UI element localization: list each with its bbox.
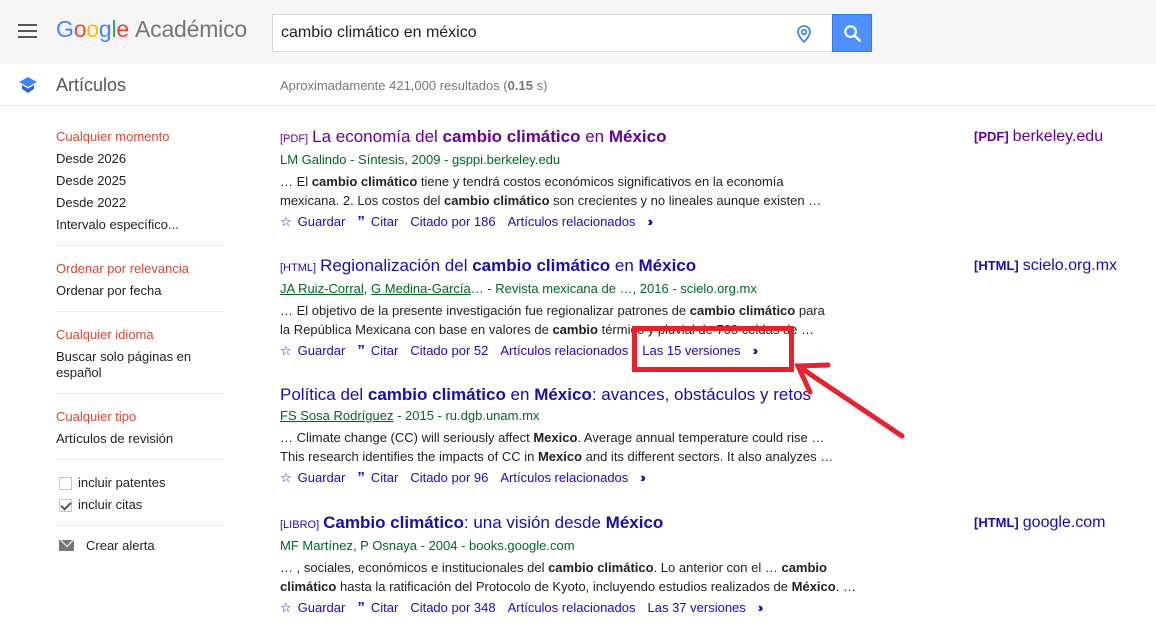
quote-icon: ” <box>357 599 365 616</box>
cite-link[interactable]: ” Citar <box>357 342 398 360</box>
mail-icon <box>59 540 74 551</box>
filter-custom-range[interactable]: Intervalo específico... <box>56 214 224 236</box>
quote-icon: ” <box>357 469 365 486</box>
cited-by-link[interactable]: Citado por 348 <box>410 599 495 617</box>
full-text-link[interactable]: [PDF] berkeley.edu <box>974 128 1103 146</box>
result-snippet: … Climate change (CC) will seriously aff… <box>280 430 834 464</box>
full-text-link[interactable]: [HTML] google.com <box>974 514 1105 532</box>
section-title: Artículos <box>56 75 127 95</box>
annotation-highlight-box <box>632 326 794 372</box>
filters-sidebar: Cualquier momento Desde 2026 Desde 2025 … <box>56 106 224 553</box>
result-snippet: … , sociales, económicos e institucional… <box>280 560 856 594</box>
save-link[interactable]: ☆ Guardar <box>280 469 345 487</box>
save-link[interactable]: ☆ Guardar <box>280 599 345 617</box>
include-patents-option[interactable]: incluir patentes <box>56 472 224 494</box>
time-filter-group: Cualquier momento Desde 2026 Desde 2025 … <box>56 106 224 246</box>
location-pin-icon[interactable] <box>794 24 814 44</box>
more-options-icon[interactable]: ›› <box>640 469 645 487</box>
search-result: Política del cambio climático en México:… <box>280 384 860 487</box>
include-citations-option[interactable]: incluir citas <box>56 494 224 516</box>
author-link[interactable]: FS Sosa Rodríguez <box>280 408 393 423</box>
result-title-link[interactable]: [HTML] Regionalización del cambio climáti… <box>280 255 860 279</box>
type-group: Cualquier tipo Artículos de revisión <box>56 406 224 460</box>
star-icon: ☆ <box>280 600 292 615</box>
include-citations-checkbox[interactable] <box>59 498 72 512</box>
sort-relevance[interactable]: Ordenar por relevancia <box>56 258 224 280</box>
result-actions: ☆ Guardar ” Citar Citado por 186 Artículos… <box>280 213 860 231</box>
result-meta: JA Ruiz-Corral, G Medina-García… - Revis… <box>280 281 757 296</box>
star-icon: ☆ <box>280 470 292 485</box>
all-versions-link[interactable]: Las 37 versiones <box>648 599 746 617</box>
result-actions: ☆ Guardar ” Citar Citado por 348 Artículos… <box>280 599 860 617</box>
filter-since-2022[interactable]: Desde 2022 <box>56 192 224 214</box>
related-articles-link[interactable]: Artículos relacionados <box>500 469 628 487</box>
related-articles-link[interactable]: Artículos relacionados <box>500 342 628 360</box>
search-icon <box>844 25 861 42</box>
result-title-link[interactable]: [LIBRO] Cambio climático: una visión desd… <box>280 512 860 536</box>
related-articles-link[interactable]: Artículos relacionados <box>508 599 636 617</box>
top-bar: Google Académico <box>0 0 1156 64</box>
author-link[interactable]: JA Ruiz-Corral <box>280 281 364 296</box>
search-input[interactable] <box>273 15 773 51</box>
result-meta: LM Galindo - Síntesis, 2009 - gsppi.berk… <box>280 152 561 167</box>
graduation-cap-icon <box>19 77 37 93</box>
sort-group: Ordenar por relevancia Ordenar por fecha <box>56 258 224 312</box>
cite-link[interactable]: ” Citar <box>357 599 398 617</box>
results-count: Aproximadamente 421,000 resultados (0.15… <box>280 78 548 93</box>
more-options-icon[interactable]: ›› <box>758 599 763 617</box>
cite-link[interactable]: ” Citar <box>357 213 398 231</box>
cited-by-link[interactable]: Citado por 186 <box>410 213 495 231</box>
type-reviews[interactable]: Artículos de revisión <box>56 428 224 450</box>
type-any[interactable]: Cualquier tipo <box>56 406 224 428</box>
include-patents-checkbox[interactable] <box>59 476 72 490</box>
result-snippet: … El cambio climático tiene y tendrá cos… <box>280 174 822 208</box>
filter-any-time[interactable]: Cualquier momento <box>56 126 224 148</box>
cite-link[interactable]: ” Citar <box>357 469 398 487</box>
lang-any[interactable]: Cualquier idioma <box>56 324 224 346</box>
hamburger-menu-icon[interactable] <box>18 24 37 38</box>
annotation-arrow-icon <box>794 362 905 439</box>
quote-icon: ” <box>357 213 365 230</box>
full-text-link[interactable]: [HTML] scielo.org.mx <box>974 257 1117 275</box>
author-link[interactable]: G Medina-García <box>371 281 471 296</box>
star-icon: ☆ <box>280 214 292 229</box>
search-button[interactable] <box>832 14 872 52</box>
quote-icon: ” <box>357 342 365 359</box>
result-meta: FS Sosa Rodríguez - 2015 - ru.dgb.unam.m… <box>280 408 540 423</box>
format-tag: [LIBRO] <box>280 519 320 531</box>
cited-by-link[interactable]: Citado por 96 <box>410 469 488 487</box>
cited-by-link[interactable]: Citado por 52 <box>410 342 488 360</box>
filter-since-2025[interactable]: Desde 2025 <box>56 170 224 192</box>
format-tag: [PDF] <box>280 133 309 145</box>
language-group: Cualquier idioma Buscar solo páginas en … <box>56 324 224 394</box>
filter-since-2026[interactable]: Desde 2026 <box>56 148 224 170</box>
google-scholar-logo[interactable]: Google Académico <box>56 16 247 43</box>
lang-spanish[interactable]: Buscar solo páginas en español <box>56 346 224 384</box>
sort-date[interactable]: Ordenar por fecha <box>56 280 224 302</box>
save-link[interactable]: ☆ Guardar <box>280 342 345 360</box>
more-options-icon[interactable]: ›› <box>648 213 653 231</box>
search-box <box>272 14 832 52</box>
result-title-link[interactable]: Política del cambio climático en México:… <box>280 384 860 406</box>
related-articles-link[interactable]: Artículos relacionados <box>508 213 636 231</box>
format-tag: [HTML] <box>280 262 317 274</box>
create-alert-link[interactable]: Crear alerta <box>56 538 224 553</box>
result-meta: MF Martínez, P Osnaya - 2004 - books.goo… <box>280 538 575 553</box>
include-group: incluir patentes incluir citas <box>56 472 224 526</box>
search-result: [LIBRO] Cambio climático: una visión desd… <box>280 512 860 617</box>
search-result: [PDF] La economía del cambio climático en… <box>280 126 860 231</box>
star-icon: ☆ <box>280 343 292 358</box>
sub-header: Artículos Aproximadamente 421,000 result… <box>0 64 1156 106</box>
result-title-link[interactable]: [PDF] La economía del cambio climático en… <box>280 126 860 150</box>
save-link[interactable]: ☆ Guardar <box>280 213 345 231</box>
result-actions: ☆ Guardar ” Citar Citado por 96 Artículos … <box>280 469 860 487</box>
